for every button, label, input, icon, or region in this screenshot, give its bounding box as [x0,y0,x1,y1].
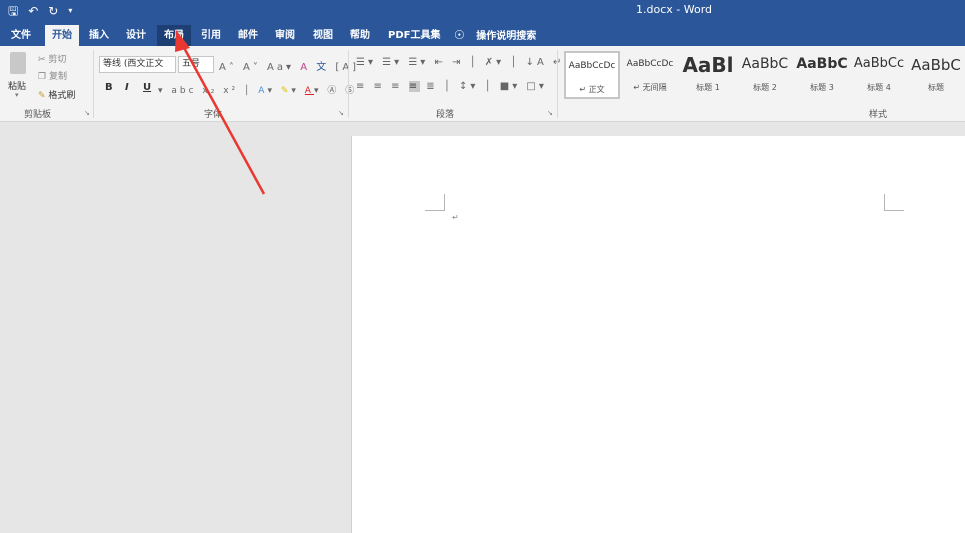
annotation-arrow [175,30,266,195]
